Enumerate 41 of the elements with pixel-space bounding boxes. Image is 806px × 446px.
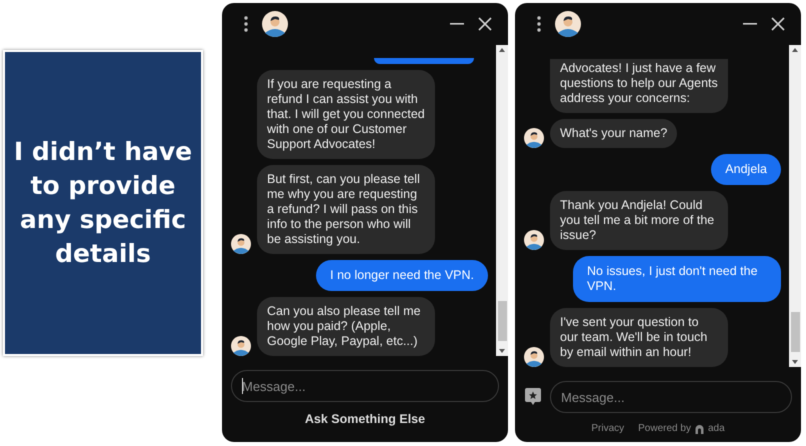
bot-message: But first, can you please tell me why you are requesting a refund? I will pass on this info to the person who will be assisting you. — [257, 165, 435, 254]
bot-message: I've sent your question to our team. We'll be in touch by email within an hour! — [550, 308, 728, 367]
close-icon[interactable] — [771, 17, 785, 31]
user-message: No issues, I just don't need the VPN. — [573, 256, 781, 302]
avatar-icon — [231, 234, 251, 254]
avatar-icon — [524, 230, 544, 250]
scroll-up-icon[interactable] — [792, 48, 798, 52]
privacy-link[interactable]: Privacy — [591, 423, 624, 434]
bot-message: Advocates! I just have a few questions to help our Agents address your concerns: — [550, 59, 728, 113]
ada-logo-icon — [694, 424, 704, 434]
avatar-icon — [524, 347, 544, 367]
avatar-icon — [231, 336, 251, 356]
avatar-icon — [262, 11, 288, 37]
bot-message: Thank you Andjela! Could you tell me a bit more of the issue? — [550, 191, 728, 250]
bot-message: What's your name? — [550, 119, 678, 148]
scroll-thumb[interactable] — [498, 301, 506, 341]
menu-icon[interactable] — [244, 16, 248, 32]
caption-text: I didn’t have to provide any specific details — [13, 136, 193, 270]
scroll-up-icon[interactable] — [499, 48, 505, 52]
ask-something-else-button[interactable]: Ask Something Else — [300, 410, 430, 428]
user-message: Andjela — [711, 154, 781, 185]
menu-icon[interactable] — [537, 16, 541, 32]
user-message: I no longer need the VPN. — [316, 260, 488, 291]
powered-by-text: Powered by — [638, 423, 691, 434]
scroll-thumb[interactable] — [790, 312, 800, 352]
minimize-icon[interactable] — [743, 23, 757, 25]
ada-brand-text: ada — [708, 423, 725, 434]
scrollbar[interactable] — [496, 45, 508, 356]
avatar-icon — [555, 11, 581, 37]
message-field[interactable]: Message... — [231, 370, 499, 402]
minimize-icon[interactable] — [450, 23, 464, 25]
scrollbar[interactable] — [789, 45, 801, 367]
avatar-icon — [524, 128, 544, 148]
bot-message: Can you also please tell me how you paid? (Apple, Google Play, Paypal, etc...) — [257, 297, 435, 356]
scroll-down-icon[interactable] — [499, 349, 505, 353]
close-icon[interactable] — [478, 17, 492, 31]
text-cursor — [242, 378, 243, 394]
chat-star-icon[interactable] — [524, 387, 542, 407]
bot-message: If you are requesting a refund I can assist you with that. I will get you connected with one of our Customer Support Advocates! — [257, 70, 435, 159]
message-field[interactable]: Message... — [550, 381, 792, 413]
scroll-down-icon[interactable] — [792, 360, 798, 364]
